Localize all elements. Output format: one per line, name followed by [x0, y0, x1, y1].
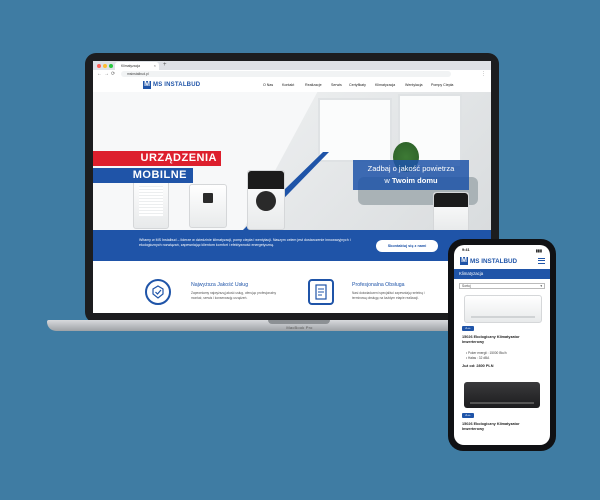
product-image[interactable] [464, 295, 542, 323]
phone-logo-text[interactable]: MS INSTALBUD [470, 258, 517, 265]
product-spec: • Poker energii : 15000 Btu/h [466, 351, 507, 355]
sort-label: Sortuj [462, 284, 471, 288]
hero-tagline: Zadbaj o jakość powietrza w Twoim domu [353, 160, 469, 190]
hero-blue-label-text: MOBILNE [132, 169, 187, 181]
logo-icon[interactable]: M [143, 81, 151, 89]
energy-class-badge: A++ [462, 413, 474, 418]
browser-tab-strip: Klimatyzacja × + [93, 61, 491, 70]
browser-menu-icon[interactable]: ⋮ [481, 70, 486, 78]
hero-red-label-text: URZĄDZENIA [140, 152, 217, 164]
nav-item-kontakt[interactable]: Kontakt [282, 83, 294, 87]
nav-item-klimatyzacja[interactable]: Klimatyzacja [375, 83, 395, 87]
phone-logo-icon[interactable]: M [460, 257, 468, 265]
site-header: M MS INSTALBUD O Nas Kontakt Realizacje … [93, 78, 491, 92]
laptop-screen: Klimatyzacja × + ← → ⟳ msinstalbud.pl ⋮ … [93, 61, 491, 313]
tagline-prefix: w [384, 176, 392, 185]
back-icon[interactable]: ← [97, 70, 102, 78]
phone-time: 9:41 [462, 248, 470, 252]
nav-item-o-nas[interactable]: O Nas [263, 83, 273, 87]
nav-item-realizacje[interactable]: Realizacje [305, 83, 322, 87]
tagline-line-1: Zadbaj o jakość powietrza [367, 164, 455, 173]
reload-icon[interactable]: ⟳ [111, 70, 115, 78]
air-purifier-image [133, 177, 169, 229]
feature-desc-quality: Zapewniamy najwyższą jakość usług, oferu… [191, 291, 277, 300]
new-tab-icon[interactable]: + [163, 61, 167, 70]
sort-select[interactable]: Sortuj ▾ [459, 283, 545, 289]
dehumidifier-image [189, 184, 227, 228]
tagline-line-2: w Twoim domu [353, 176, 469, 185]
nav-item-pompy-ciepla[interactable]: Pompy Ciepła [431, 83, 453, 87]
nav-item-wentylacja[interactable]: Wentylacja [405, 83, 423, 87]
product-name[interactable]: 15026 Ekologiczny Klimatyzator Inwertero… [462, 335, 540, 345]
hero-banner: URZĄDZENIA MOBILNE Zadbaj o jakość powie… [93, 92, 491, 230]
signal-icon: ▮▮▮ [535, 249, 542, 253]
product-spec: • Hałas : 32 dBA [466, 356, 490, 360]
logo-mark-letter: M [144, 81, 150, 88]
product-name[interactable]: 15026 Ekologiczny Klimatyzator Inwertero… [462, 422, 540, 432]
nav-item-certyfikaty[interactable]: Certyfikaty [349, 83, 366, 87]
quality-badge-icon [145, 279, 171, 305]
hero-blue-label: MOBILNE [93, 168, 193, 183]
hamburger-menu-icon[interactable] [538, 258, 545, 264]
welcome-bar: Witamy w MS Instalbud – liderze w dziedz… [93, 230, 491, 261]
feature-title-quality: Najwyższa Jakość Usług [191, 282, 249, 288]
address-bar[interactable]: msinstalbud.pl [121, 71, 451, 77]
feature-title-service: Profesjonalna Obsługa [352, 282, 405, 288]
forward-icon[interactable]: → [104, 70, 109, 78]
laptop-notch [268, 320, 330, 324]
contact-button[interactable]: Skontaktuj się z nami [376, 240, 438, 252]
document-icon [308, 279, 334, 305]
close-window-icon[interactable] [97, 64, 101, 68]
phone-screen: 9:41 ▮▮▮ M MS INSTALBUD Klimatyzacja Sor… [454, 245, 550, 445]
hero-red-label: URZĄDZENIA [93, 151, 221, 166]
product-price: Już od: 2800 PLN [462, 364, 494, 368]
chevron-down-icon: ▾ [540, 284, 542, 288]
maximize-window-icon[interactable] [109, 64, 113, 68]
mobile-ac-dark-image [433, 192, 469, 230]
phone-logo-mark-letter: M [461, 257, 467, 264]
product-image[interactable] [464, 382, 540, 408]
welcome-text: Witamy w MS Instalbud – liderze w dziedz… [139, 238, 351, 247]
browser-tab[interactable]: Klimatyzacja × [115, 62, 159, 70]
mobile-ac-image [247, 170, 285, 230]
feature-desc-service: Nasi doświadczeni specjaliści zapewniają… [352, 291, 425, 300]
minimize-window-icon[interactable] [103, 64, 107, 68]
logo-text[interactable]: MS INSTALBUD [153, 82, 200, 88]
energy-class-badge: A++ [462, 326, 474, 331]
category-title: Klimatyzacja [459, 271, 484, 276]
tab-close-icon[interactable]: × [154, 62, 156, 70]
category-bar: Klimatyzacja [454, 269, 550, 279]
tab-title: Klimatyzacja [121, 64, 141, 68]
nav-item-serwis[interactable]: Serwis [331, 83, 342, 87]
tagline-bold: Twoim domu [391, 176, 438, 185]
